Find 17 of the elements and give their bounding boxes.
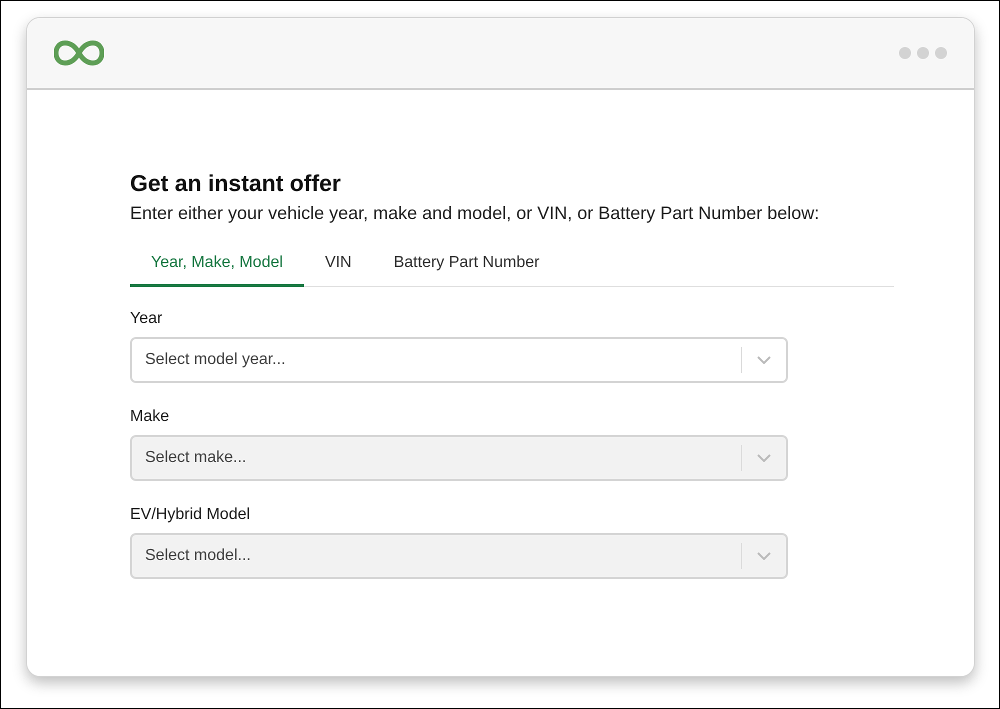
- chevron-down-icon: [757, 552, 771, 560]
- field-label: Year: [130, 309, 164, 329]
- select-placeholder: Select model...: [144, 546, 252, 566]
- form-subtitle: Enter either your vehicle year, make and model, or VIN, or Battery Part Number below:: [130, 202, 820, 225]
- select-field[interactable]: Select model year...: [130, 337, 788, 383]
- form-title: Get an instant offer: [130, 169, 342, 198]
- select-placeholder: Select model year...: [144, 350, 287, 370]
- field-label: Make: [130, 407, 170, 427]
- tab[interactable]: VIN: [304, 242, 373, 287]
- field-label: EV/Hybrid Model: [130, 505, 252, 525]
- select-placeholder: Select make...: [144, 448, 248, 468]
- tab[interactable]: Year, Make, Model: [130, 242, 304, 287]
- infinity-logo-icon: [54, 40, 104, 66]
- chevron-down-icon: [757, 356, 771, 364]
- chevron-down-icon: [757, 454, 771, 462]
- tab[interactable]: Battery Part Number: [372, 242, 560, 287]
- more-dots-icon[interactable]: [899, 47, 947, 59]
